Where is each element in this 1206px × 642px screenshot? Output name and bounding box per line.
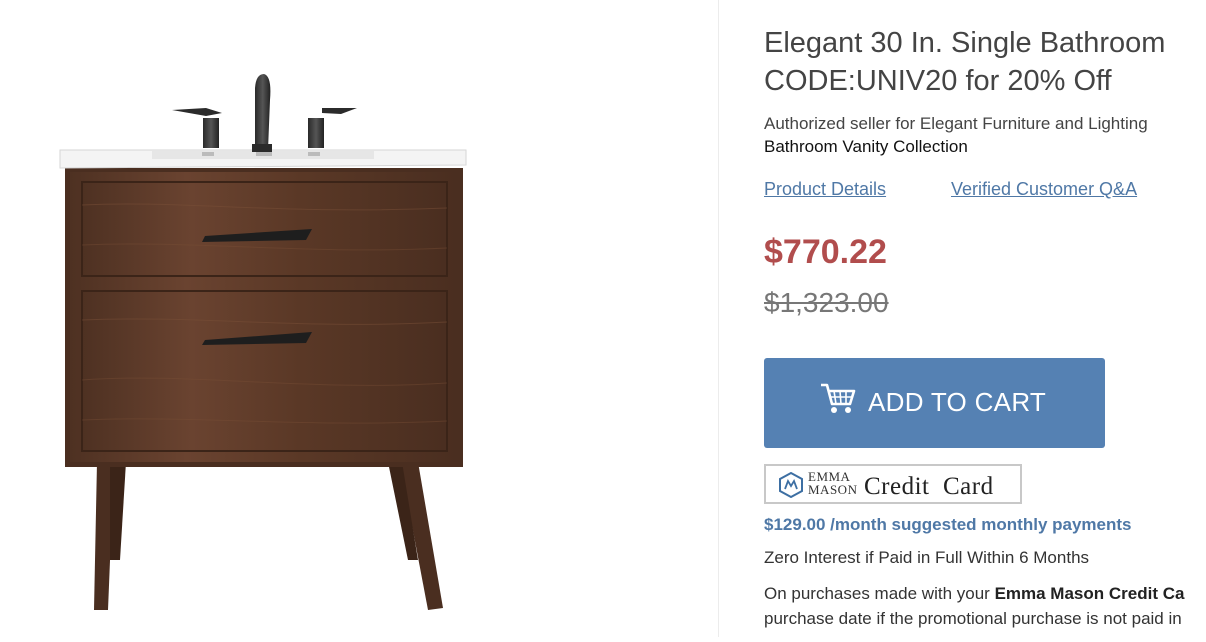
shopping-cart-icon <box>821 383 856 413</box>
customer-qa-link[interactable]: Verified Customer Q&A <box>951 177 1137 201</box>
promo-line1-bold: Emma Mason Credit Ca <box>994 584 1185 603</box>
product-image-panel <box>0 0 719 637</box>
sale-price: $770.22 <box>764 233 887 271</box>
emma-mason-brand: EMMA MASON <box>808 470 857 496</box>
emma-mason-credit-card-banner[interactable]: EMMA MASON Credit Card <box>764 464 1022 504</box>
collection-text: Bathroom Vanity Collection <box>764 137 968 156</box>
add-to-cart-button[interactable]: ADD TO CART <box>764 358 1105 448</box>
product-info-panel: Elegant 30 In. Single Bathroom CODE:UNIV… <box>719 0 1206 637</box>
monthly-payment-text: $129.00 /month suggested monthly payment… <box>764 515 1132 534</box>
promo-line1-prefix: On purchases made with your <box>764 584 995 603</box>
promo-text: On purchases made with your Emma Mason C… <box>764 581 1184 631</box>
brand-line-mason: MASON <box>808 482 858 497</box>
promo-line1: On purchases made with your Emma Mason C… <box>764 581 1184 606</box>
product-details-link[interactable]: Product Details <box>764 177 886 201</box>
zero-interest-text: Zero Interest if Paid in Full Within 6 M… <box>764 548 1090 567</box>
seller-text: Authorized seller for Elegant Furniture … <box>764 114 1148 133</box>
credit-card-text: Credit Card <box>864 473 994 500</box>
promo-line2: purchase date if the promotional purchas… <box>764 609 1182 628</box>
product-title: Elegant 30 In. Single Bathroom CODE:UNIV… <box>764 24 1206 100</box>
product-title-line2: CODE:UNIV20 for 20% Off <box>764 65 1112 97</box>
vanity-image <box>59 74 467 610</box>
original-price: $1,323.00 <box>764 287 889 318</box>
product-title-line1: Elegant 30 In. Single Bathroom <box>764 27 1166 59</box>
emma-mason-logo-icon <box>779 472 803 498</box>
add-to-cart-label: ADD TO CART <box>868 387 1047 417</box>
